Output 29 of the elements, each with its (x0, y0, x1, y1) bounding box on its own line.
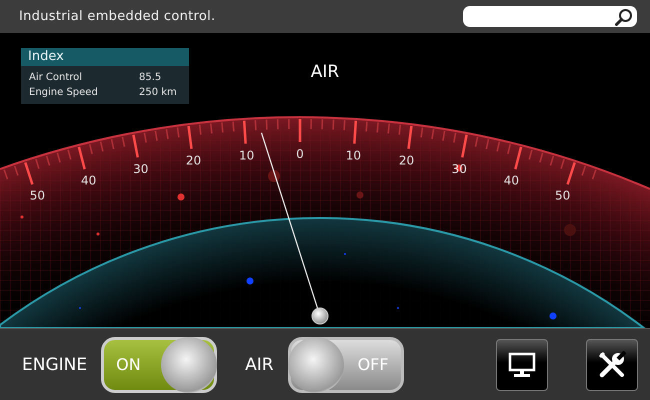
panel-title: Index (21, 48, 189, 66)
scale-label: 10 (238, 148, 254, 163)
scale-label: 0 (296, 147, 304, 161)
scale-label: 30 (133, 162, 148, 176)
scale-label: 50 (555, 188, 570, 203)
monitor-icon (508, 352, 536, 378)
search-icon (615, 8, 633, 26)
metric-label: Engine Speed (29, 87, 99, 98)
scale-label: 40 (80, 174, 96, 188)
monitor-button[interactable] (496, 338, 548, 390)
scale-label: 20 (398, 154, 414, 168)
toggle-label: ENGINE (22, 354, 88, 374)
scale-label: 20 (186, 154, 202, 168)
search-field[interactable] (463, 6, 637, 27)
scale-label: 30 (452, 162, 467, 176)
gauge-title: AIR (310, 62, 340, 82)
scale-label: 10 (346, 148, 362, 163)
scale-label: 40 (504, 174, 520, 188)
needle-pivot (312, 308, 328, 324)
toggle-switch[interactable]: ON (101, 336, 218, 392)
toggle-switch[interactable]: OFF (288, 336, 404, 392)
metric-value: 250 km (139, 87, 177, 98)
app-title: Industrial embedded control. (19, 9, 216, 24)
scale-label: 50 (30, 188, 45, 203)
toggle-label: AIR (245, 354, 274, 374)
tools-icon (598, 350, 626, 378)
metric-label: Air Control (29, 72, 84, 83)
metric-value: 85.5 (139, 72, 162, 83)
settings-button[interactable] (586, 338, 638, 390)
